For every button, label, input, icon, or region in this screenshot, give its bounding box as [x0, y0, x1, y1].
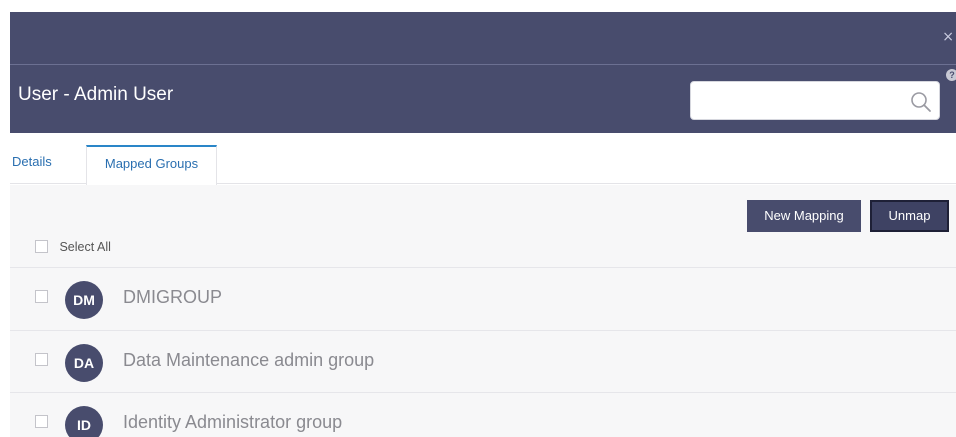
new-mapping-button[interactable]: New Mapping [747, 200, 861, 232]
search-box[interactable] [690, 81, 940, 120]
group-name: DMIGROUP [123, 287, 222, 307]
select-all-checkbox[interactable] [35, 240, 48, 254]
search-icon[interactable] [909, 90, 933, 114]
list-item[interactable]: ID Identity Administrator group [10, 392, 956, 437]
avatar: DM [65, 281, 103, 319]
row-checkbox[interactable] [35, 415, 48, 428]
list-item[interactable]: DA Data Maintenance admin group [10, 330, 956, 392]
group-name: Identity Administrator group [123, 412, 343, 432]
page-title: User - Admin User [18, 84, 174, 105]
list-item[interactable]: DM DMIGROUP [10, 267, 956, 329]
title-bar: User - Admin User ? [10, 65, 956, 133]
tab-mapped-groups[interactable]: Mapped Groups [86, 145, 217, 185]
top-bar: × [10, 12, 956, 64]
tab-bar: Details Mapped Groups [10, 133, 956, 185]
tab-details[interactable]: Details [12, 145, 82, 184]
group-name: Data Maintenance admin group [123, 350, 375, 370]
select-all-label: Select All [59, 239, 111, 254]
row-checkbox[interactable] [35, 353, 48, 366]
close-icon[interactable]: × [942, 30, 954, 44]
unmap-button[interactable]: Unmap [870, 200, 949, 232]
select-all[interactable]: Select All [35, 238, 111, 256]
row-checkbox[interactable] [35, 290, 48, 303]
avatar: ID [65, 406, 103, 437]
mapped-groups-panel: New Mapping Unmap Select All DM DMIGROUP… [10, 185, 956, 437]
search-input[interactable] [691, 82, 901, 119]
avatar: DA [65, 344, 103, 382]
help-icon[interactable]: ? [946, 69, 956, 81]
